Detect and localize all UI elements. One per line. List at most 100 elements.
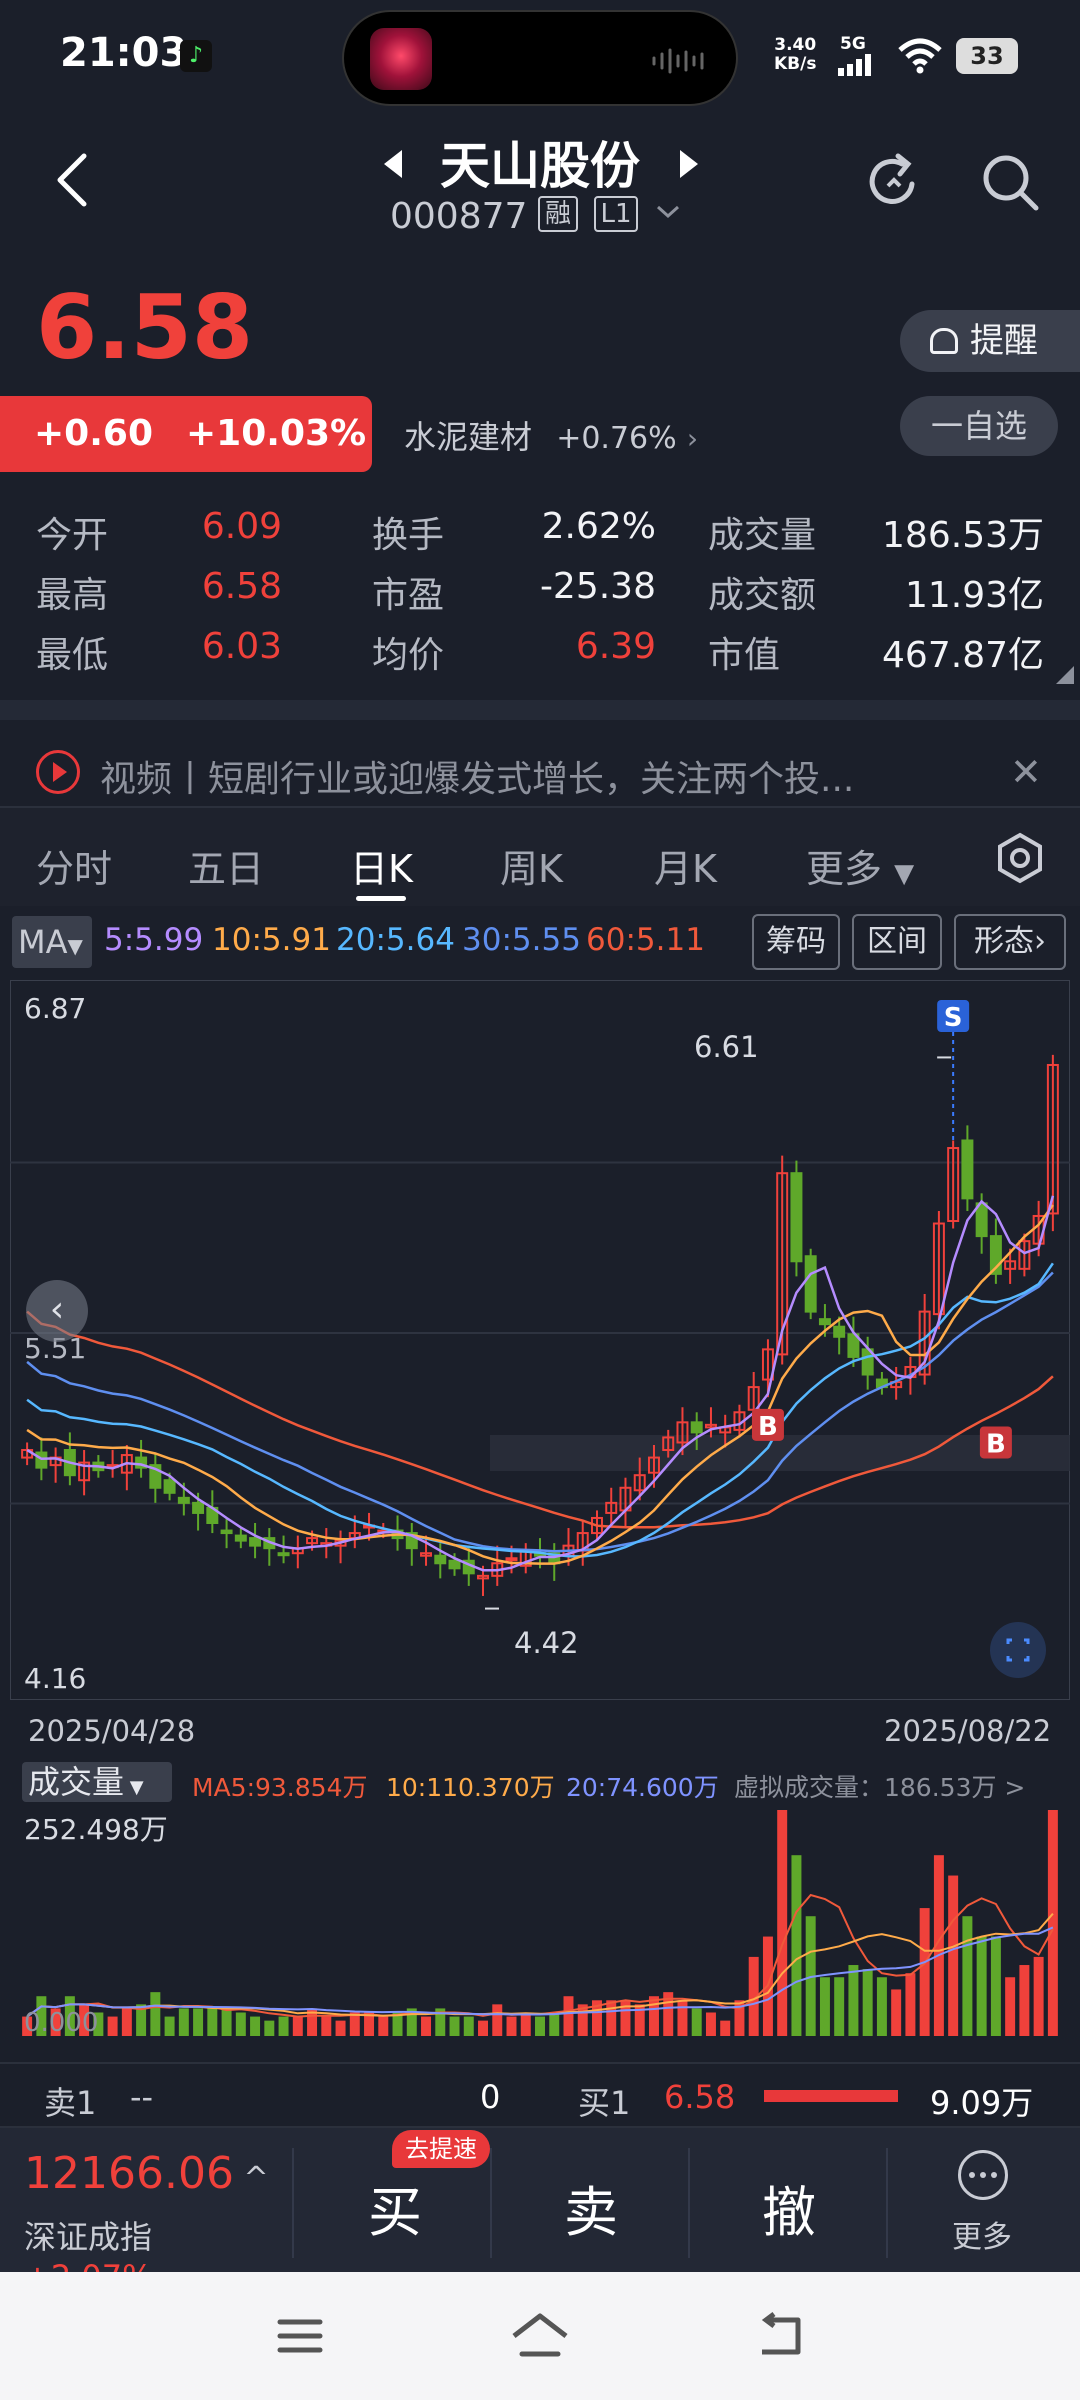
more-button[interactable]: 更多 bbox=[888, 2128, 1080, 2274]
volume-bar bbox=[891, 1989, 902, 2036]
date-start: 2025/04/28 bbox=[28, 1714, 196, 1748]
kline-svg[interactable]: S B B bbox=[10, 980, 1070, 1700]
order-book: 卖1 -- 0 买1 6.58 9.09万 bbox=[0, 2062, 1080, 2124]
news-text: 视频丨短剧行业或迎爆发式增长，关注两个投... bbox=[100, 759, 855, 800]
stat-value: 186.53万 bbox=[882, 515, 1044, 556]
scroll-left-icon[interactable]: ‹ bbox=[26, 1280, 88, 1342]
sector-link[interactable]: 水泥建材 +0.76% › bbox=[404, 412, 698, 458]
stat-label: 成交量 bbox=[708, 515, 817, 556]
volume-dropdown[interactable]: 成交量 ▼ bbox=[22, 1762, 172, 1802]
expand-corner-icon[interactable] bbox=[1056, 666, 1074, 684]
cancel-button[interactable]: 撤 bbox=[690, 2128, 886, 2274]
ma-dropdown[interactable]: MA▼ bbox=[12, 916, 92, 968]
volume-bar bbox=[677, 2000, 688, 2036]
stat-value: 467.87亿 bbox=[882, 635, 1044, 676]
kline-chart[interactable]: SBB 6.87 5.51 4.16 6.61 4.42 ‹ bbox=[10, 980, 1070, 1820]
sector-name: 水泥建材 bbox=[404, 418, 533, 456]
candle-body bbox=[434, 1554, 447, 1565]
fullscreen-icon[interactable] bbox=[990, 1622, 1046, 1678]
search-icon[interactable] bbox=[978, 150, 1042, 214]
candle-body bbox=[804, 1255, 817, 1313]
news-divider bbox=[0, 700, 1080, 720]
play-icon bbox=[36, 750, 80, 794]
buy1-qty: 9.09万 bbox=[930, 2084, 1034, 2122]
level-tag: L1 bbox=[594, 196, 638, 232]
stat-label: 最低 bbox=[36, 635, 109, 676]
dynamic-island[interactable] bbox=[342, 10, 738, 106]
chevron-down-icon[interactable] bbox=[656, 204, 680, 220]
back-nav-icon[interactable] bbox=[754, 2312, 806, 2360]
index-ticker[interactable]: 12166.06 ^ 深证成指 +2.07% bbox=[0, 2128, 290, 2296]
alert-label: 提醒 bbox=[970, 321, 1038, 361]
volume-bar bbox=[221, 2008, 232, 2036]
tab-more[interactable]: 更多 ▼ bbox=[806, 838, 914, 893]
volume-bar bbox=[990, 1936, 1001, 2036]
volume-bar bbox=[207, 2008, 218, 2036]
volume-bar bbox=[535, 2016, 545, 2036]
settings-icon[interactable] bbox=[994, 832, 1046, 884]
home-icon[interactable] bbox=[510, 2312, 570, 2360]
buy1-volume-bar bbox=[764, 2090, 898, 2102]
back-icon[interactable] bbox=[50, 150, 94, 210]
alert-button[interactable]: 提醒 bbox=[900, 310, 1080, 372]
volume-chart[interactable] bbox=[10, 1800, 1070, 2040]
tab-weekly-k[interactable]: 周K bbox=[500, 838, 563, 893]
buy1-label: 买1 bbox=[578, 2084, 631, 2122]
candle-body bbox=[790, 1172, 803, 1263]
sell-label: 卖 bbox=[564, 2181, 618, 2244]
volume-bar bbox=[834, 1977, 845, 2036]
volume-bar bbox=[1005, 1977, 1016, 2036]
news-banner[interactable]: 视频丨短剧行业或迎爆发式增长，关注两个投... ✕ bbox=[0, 736, 1080, 806]
volume-bar bbox=[321, 2016, 332, 2036]
volume-bar bbox=[278, 2016, 289, 2036]
sell-button[interactable]: 卖 bbox=[492, 2128, 688, 2274]
candle-body bbox=[818, 1318, 831, 1326]
ma10-value: 10:5.91 bbox=[212, 922, 331, 958]
tab-daily-k[interactable]: 日K bbox=[350, 838, 413, 893]
volume-header: 成交量 ▼ MA5:93.854万 10:110.370万 20:74.600万… bbox=[10, 1756, 1070, 1806]
volume-bar bbox=[948, 1875, 959, 2036]
index-name-text: 深证成指 bbox=[24, 2218, 153, 2256]
vol-ma20: 20:74.600万 bbox=[566, 1773, 719, 1802]
price-change-badge: +0.60 +10.03% bbox=[0, 396, 372, 472]
volume-bar bbox=[862, 1969, 873, 2036]
index-value-text: 12166.06 bbox=[24, 2148, 234, 2199]
candle-body bbox=[961, 1139, 974, 1200]
pattern-button[interactable]: 形态› bbox=[954, 914, 1066, 970]
volume-bar bbox=[250, 2016, 261, 2036]
close-icon[interactable]: ✕ bbox=[1010, 750, 1042, 794]
chart-grid bbox=[10, 980, 1070, 1700]
high-marker: 6.61 bbox=[694, 1030, 759, 1064]
stat-value: 2.62% bbox=[541, 506, 656, 547]
add-watchlist-button[interactable]: 一自选 bbox=[900, 396, 1058, 456]
refresh-icon[interactable] bbox=[862, 150, 926, 214]
volume-bar bbox=[777, 1810, 788, 2036]
volume-bar bbox=[449, 2016, 460, 2036]
virtual-volume[interactable]: 虚拟成交量：186.53万 > bbox=[734, 1768, 1025, 1804]
buy-button[interactable]: 去提速 买 bbox=[294, 2128, 490, 2274]
menu-icon[interactable] bbox=[276, 2316, 324, 2356]
volume-bar bbox=[648, 1996, 659, 2036]
tab-more-label: 更多 bbox=[806, 847, 883, 891]
volume-bar bbox=[791, 1855, 802, 2036]
tab-timeshare[interactable]: 分时 bbox=[36, 838, 112, 893]
next-stock-icon[interactable] bbox=[680, 150, 698, 178]
stat-label: 最高 bbox=[36, 575, 109, 616]
volume-bar bbox=[478, 2020, 488, 2036]
speed-up-badge[interactable]: 去提速 bbox=[392, 2130, 490, 2168]
volume-bar bbox=[492, 2004, 503, 2036]
chips-button[interactable]: 筹码 bbox=[752, 914, 840, 970]
chevron-right-icon: › bbox=[686, 422, 699, 455]
stat-value: 11.93亿 bbox=[904, 575, 1044, 616]
sell1-label: 卖1 bbox=[44, 2084, 97, 2122]
tab-five-day[interactable]: 五日 bbox=[188, 838, 264, 893]
volume-bar bbox=[962, 1916, 973, 2036]
dropdown-icon: ▼ bbox=[894, 859, 915, 889]
tab-monthly-k[interactable]: 月K bbox=[654, 838, 717, 893]
date-end: 2025/08/22 bbox=[884, 1714, 1052, 1748]
range-button[interactable]: 区间 bbox=[852, 914, 942, 970]
chart-tabs: 分时 五日 日K 周K 月K 更多 ▼ bbox=[0, 806, 1080, 906]
volume-bar bbox=[1047, 1810, 1058, 2036]
buy1-price: 6.58 bbox=[664, 2078, 736, 2116]
stat-label: 均价 bbox=[372, 635, 445, 676]
